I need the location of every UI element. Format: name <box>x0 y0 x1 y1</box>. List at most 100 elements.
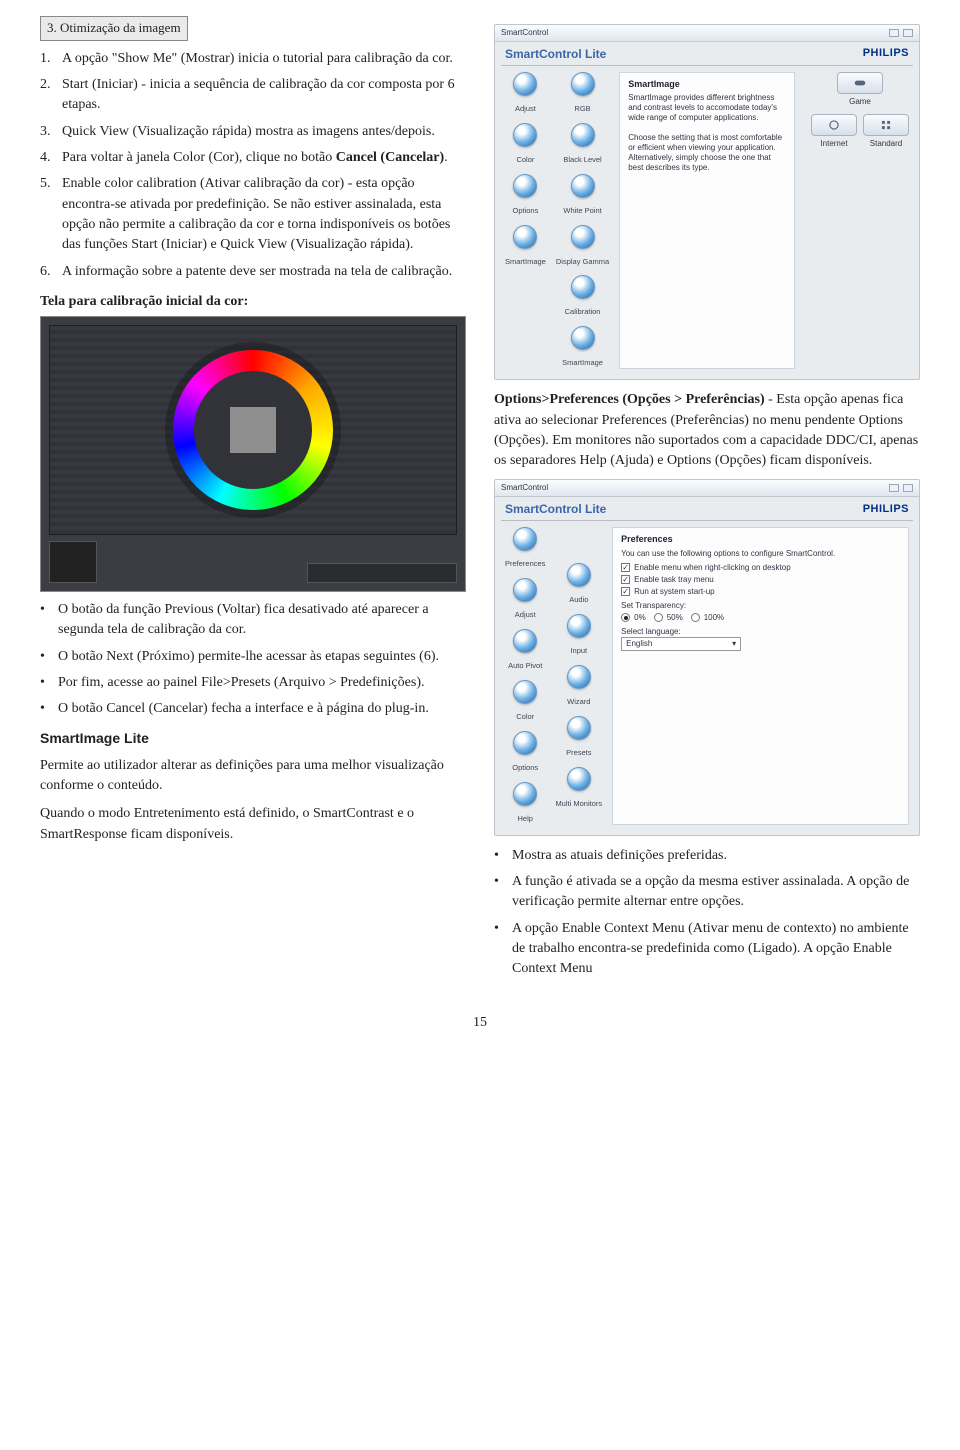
philips-logo: PHILIPS <box>863 502 909 518</box>
nav-label: Adjust <box>515 104 536 115</box>
nav-label: Presets <box>566 748 591 759</box>
list-number: 6. <box>40 262 62 282</box>
internet-button[interactable] <box>811 114 857 136</box>
input-icon[interactable] <box>567 614 591 638</box>
calibration-stage <box>49 325 457 535</box>
bullet-icon: • <box>40 600 58 641</box>
nav-label: Color <box>516 712 534 723</box>
help-icon[interactable] <box>513 782 537 806</box>
nav-label: Multi Monitors <box>555 799 602 810</box>
whitepoint-icon[interactable] <box>571 174 595 198</box>
presets-icon[interactable] <box>567 716 591 740</box>
color-wheel <box>173 350 333 510</box>
gray-swatch <box>230 407 276 453</box>
left-column: 3. Otimização da imagem 1.A opção "Show … <box>40 16 466 987</box>
adjust-icon[interactable] <box>513 72 537 96</box>
bullet-text: Por fim, acesse ao painel File>Presets (… <box>58 673 466 693</box>
page-number: 15 <box>0 1013 960 1033</box>
gamma-icon[interactable] <box>571 225 595 249</box>
nav-label: Auto Pivot <box>508 661 542 672</box>
color-icon[interactable] <box>513 123 537 147</box>
language-select[interactable]: English ▾ <box>621 637 741 651</box>
nav-label: Options <box>512 763 538 774</box>
options-icon[interactable] <box>513 731 537 755</box>
bullet-text: O botão Cancel (Cancelar) fecha a interf… <box>58 699 466 719</box>
smartcontrol-smartimage-screenshot: SmartControl SmartControl Lite PHILIPS A… <box>494 24 920 380</box>
preferences-icon[interactable] <box>513 527 537 551</box>
check-label: Run at system start-up <box>634 587 714 597</box>
check-label: Enable task tray menu <box>634 575 714 585</box>
bullet-icon: • <box>40 647 58 667</box>
bullet-icon: • <box>40 673 58 693</box>
chevron-down-icon: ▾ <box>732 639 736 649</box>
standard-button[interactable] <box>863 114 909 136</box>
panel-title: SmartImage <box>628 79 786 90</box>
step-text: A opção "Show Me" (Mostrar) inicia o tut… <box>62 49 466 69</box>
radio-50[interactable]: 50% <box>654 613 683 623</box>
bullet-icon: • <box>494 919 512 980</box>
rgb-icon[interactable] <box>571 72 595 96</box>
bullet-text: A opção Enable Context Menu (Ativar menu… <box>512 919 920 980</box>
nav-label: White Point <box>563 206 601 217</box>
calibration-icon[interactable] <box>571 275 595 299</box>
autopivot-icon[interactable] <box>513 629 537 653</box>
nav-label: Adjust <box>515 610 536 621</box>
bullet-icon: • <box>494 846 512 866</box>
panel-body-text: SmartImage provides different brightness… <box>628 93 786 173</box>
bullet-icon: • <box>40 699 58 719</box>
window-title: SmartControl <box>501 27 548 39</box>
list-number: 1. <box>40 49 62 69</box>
check-enable-tray[interactable]: ✓Enable task tray menu <box>621 575 900 585</box>
nav-label: Input <box>570 646 587 657</box>
nav-col-2: Audio Input Wizard Presets Multi Monitor… <box>555 527 602 824</box>
nav-label: Color <box>516 155 534 166</box>
button-label: Standard <box>870 138 902 150</box>
list-number: 2. <box>40 75 62 116</box>
nav-col-2: RGB Black Level White Point Display Gamm… <box>556 72 609 369</box>
nav-label: Preferences <box>505 559 545 570</box>
check-enable-context[interactable]: ✓Enable menu when right-clicking on desk… <box>621 563 900 573</box>
preferences-panel: Preferences You can use the following op… <box>612 527 909 824</box>
window-close-icon[interactable] <box>903 29 913 37</box>
window-close-icon[interactable] <box>903 484 913 492</box>
thumbnail-box <box>49 541 97 583</box>
wizard-icon[interactable] <box>567 665 591 689</box>
sil-paragraph: Quando o modo Entretenimento está defini… <box>40 804 466 845</box>
nav-label: Calibration <box>565 307 601 318</box>
smartimage-icon[interactable] <box>513 225 537 249</box>
window-title: SmartControl <box>501 482 548 494</box>
step-text: Enable color calibration (Ativar calibra… <box>62 174 466 255</box>
numbered-steps: 1.A opção "Show Me" (Mostrar) inicia o t… <box>40 49 466 282</box>
radio-label: 0% <box>634 613 646 623</box>
window-help-icon[interactable] <box>889 29 899 37</box>
lead-bold: Options>Preferences (Opções > Preferênci… <box>494 392 765 407</box>
mode-buttons: Game Internet Standard <box>811 72 909 369</box>
blacklevel-icon[interactable] <box>571 123 595 147</box>
options-preferences-paragraph: Options>Preferences (Opções > Preferênci… <box>494 390 920 471</box>
select-value: English <box>626 639 652 649</box>
nav-label: Audio <box>569 595 588 606</box>
nav-label: RGB <box>574 104 590 115</box>
radio-0[interactable]: 0% <box>621 613 646 623</box>
window-help-icon[interactable] <box>889 484 899 492</box>
right-column: SmartControl SmartControl Lite PHILIPS A… <box>494 16 920 987</box>
radio-100[interactable]: 100% <box>691 613 724 623</box>
options-icon[interactable] <box>513 174 537 198</box>
list-number: 4. <box>40 148 62 168</box>
nav-col-1: Preferences Adjust Auto Pivot Color Opti… <box>505 527 545 824</box>
bullet-list-2: •Mostra as atuais definições preferidas.… <box>494 846 920 980</box>
nav-label: SmartImage <box>562 358 603 369</box>
nav-label: Wizard <box>567 697 590 708</box>
smartimage-sub-icon[interactable] <box>571 326 595 350</box>
color-icon[interactable] <box>513 680 537 704</box>
check-run-startup[interactable]: ✓Run at system start-up <box>621 587 900 597</box>
adjust-icon[interactable] <box>513 578 537 602</box>
game-button[interactable] <box>837 72 883 94</box>
multimonitors-icon[interactable] <box>567 767 591 791</box>
audio-icon[interactable] <box>567 563 591 587</box>
smartcontrol-preferences-screenshot: SmartControl SmartControl Lite PHILIPS P… <box>494 479 920 835</box>
nav-label: Help <box>518 814 533 825</box>
bullet-text: Mostra as atuais definições preferidas. <box>512 846 920 866</box>
bullet-list-1: •O botão da função Previous (Voltar) fic… <box>40 600 466 719</box>
button-label: Internet <box>820 138 847 150</box>
